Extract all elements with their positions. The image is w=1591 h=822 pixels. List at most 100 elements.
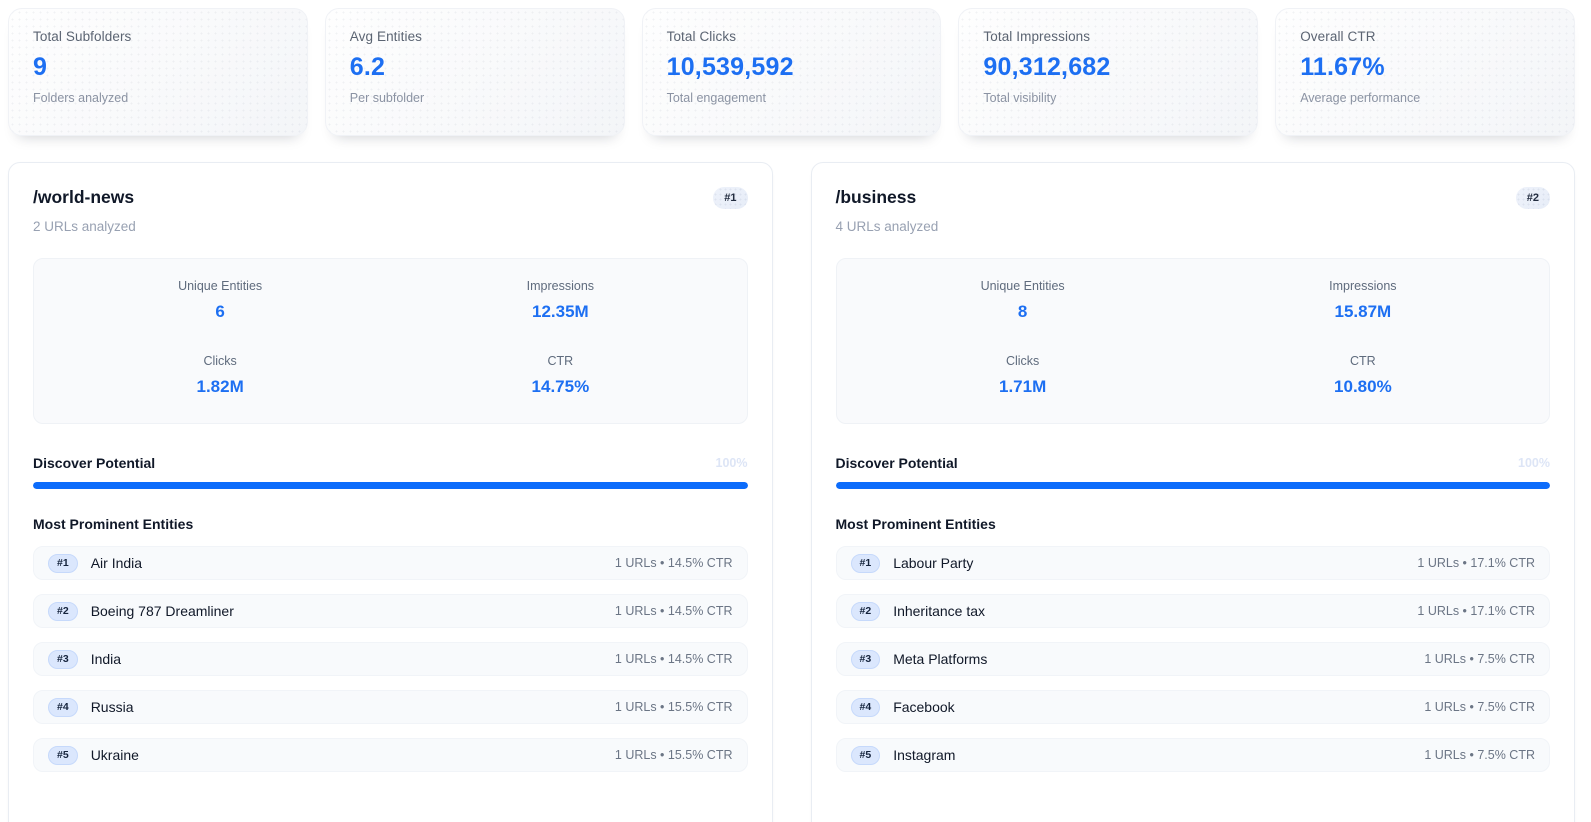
summary-card-total-impressions: Total Impressions 90,312,682 Total visib… bbox=[958, 8, 1258, 136]
summary-card-total-clicks: Total Clicks 10,539,592 Total engagement bbox=[642, 8, 942, 136]
stat-label: Clicks bbox=[50, 354, 390, 368]
progress-fill bbox=[33, 482, 748, 489]
folder-card-header: /world-news 2 URLs analyzed #1 bbox=[33, 187, 748, 234]
folder-urls-analyzed: 2 URLs analyzed bbox=[33, 219, 136, 234]
stat-value: 6 bbox=[50, 302, 390, 322]
entity-name: India bbox=[91, 651, 121, 667]
entity-name: Labour Party bbox=[893, 555, 973, 571]
stat-label: CTR bbox=[390, 354, 730, 368]
stat-label: CTR bbox=[1193, 354, 1533, 368]
entity-name: Air India bbox=[91, 555, 142, 571]
entity-rank-badge: #4 bbox=[851, 698, 881, 717]
entity-meta: 1 URLs • 14.5% CTR bbox=[615, 652, 733, 666]
entity-row[interactable]: #2 Boeing 787 Dreamliner 1 URLs • 14.5% … bbox=[33, 594, 748, 628]
stat-value: 12.35M bbox=[390, 302, 730, 322]
discover-potential-progressbar bbox=[836, 482, 1551, 489]
entity-meta: 1 URLs • 14.5% CTR bbox=[615, 604, 733, 618]
entity-name: Inheritance tax bbox=[893, 603, 985, 619]
stat-label: Overall CTR bbox=[1300, 29, 1550, 44]
entity-row[interactable]: #3 Meta Platforms 1 URLs • 7.5% CTR bbox=[836, 642, 1551, 676]
stat-sublabel: Folders analyzed bbox=[33, 91, 283, 105]
entity-name: Boeing 787 Dreamliner bbox=[91, 603, 234, 619]
entity-row[interactable]: #1 Labour Party 1 URLs • 17.1% CTR bbox=[836, 546, 1551, 580]
folder-rank-badge: #1 bbox=[713, 187, 747, 209]
stat-label: Impressions bbox=[390, 279, 730, 293]
stat-label: Clicks bbox=[853, 354, 1193, 368]
stat-label: Impressions bbox=[1193, 279, 1533, 293]
stat-label: Unique Entities bbox=[853, 279, 1193, 293]
stat-ctr: CTR 14.75% bbox=[390, 354, 730, 397]
entity-rank-badge: #3 bbox=[851, 650, 881, 669]
entity-row[interactable]: #2 Inheritance tax 1 URLs • 17.1% CTR bbox=[836, 594, 1551, 628]
folder-stats-box: Unique Entities 8 Impressions 15.87M Cli… bbox=[836, 258, 1551, 424]
discover-potential-section: Discover Potential 100% bbox=[836, 455, 1551, 489]
folder-urls-analyzed: 4 URLs analyzed bbox=[836, 219, 939, 234]
stat-value: 8 bbox=[853, 302, 1193, 322]
stat-label: Total Clicks bbox=[667, 29, 917, 44]
entity-meta: 1 URLs • 17.1% CTR bbox=[1417, 556, 1535, 570]
stat-sublabel: Average performance bbox=[1300, 91, 1550, 105]
entity-meta: 1 URLs • 7.5% CTR bbox=[1424, 748, 1535, 762]
entity-row[interactable]: #4 Russia 1 URLs • 15.5% CTR bbox=[33, 690, 748, 724]
summary-card-overall-ctr: Overall CTR 11.67% Average performance bbox=[1275, 8, 1575, 136]
entity-name: Instagram bbox=[893, 747, 955, 763]
discover-potential-section: Discover Potential 100% bbox=[33, 455, 748, 489]
entity-name: Ukraine bbox=[91, 747, 139, 763]
entity-rank-badge: #3 bbox=[48, 650, 78, 669]
entity-name: Meta Platforms bbox=[893, 651, 987, 667]
stat-value: 1.71M bbox=[853, 377, 1193, 397]
folder-card-header: /business 4 URLs analyzed #2 bbox=[836, 187, 1551, 234]
entity-rank-badge: #1 bbox=[851, 554, 881, 573]
stat-value: 11.67% bbox=[1300, 53, 1550, 82]
stat-ctr: CTR 10.80% bbox=[1193, 354, 1533, 397]
discover-potential-value: 100% bbox=[716, 456, 748, 470]
entity-rank-badge: #5 bbox=[851, 746, 881, 765]
stat-value: 10.80% bbox=[1193, 377, 1533, 397]
stat-value: 15.87M bbox=[1193, 302, 1533, 322]
stat-value: 14.75% bbox=[390, 377, 730, 397]
stat-sublabel: Total engagement bbox=[667, 91, 917, 105]
folder-title: /world-news bbox=[33, 187, 136, 208]
stat-value: 10,539,592 bbox=[667, 53, 917, 82]
entity-meta: 1 URLs • 15.5% CTR bbox=[615, 700, 733, 714]
stat-value: 9 bbox=[33, 53, 283, 82]
folder-cards-row: /world-news 2 URLs analyzed #1 Unique En… bbox=[8, 162, 1575, 822]
stat-sublabel: Per subfolder bbox=[350, 91, 600, 105]
stat-clicks: Clicks 1.82M bbox=[50, 354, 390, 397]
progress-fill bbox=[836, 482, 1551, 489]
stat-label: Avg Entities bbox=[350, 29, 600, 44]
stat-unique-entities: Unique Entities 8 bbox=[853, 279, 1193, 322]
entity-row[interactable]: #3 India 1 URLs • 14.5% CTR bbox=[33, 642, 748, 676]
folder-stats-box: Unique Entities 6 Impressions 12.35M Cli… bbox=[33, 258, 748, 424]
entity-rank-badge: #2 bbox=[851, 602, 881, 621]
folder-title: /business bbox=[836, 187, 939, 208]
entity-name: Russia bbox=[91, 699, 134, 715]
entity-name: Facebook bbox=[893, 699, 954, 715]
entity-meta: 1 URLs • 15.5% CTR bbox=[615, 748, 733, 762]
entity-meta: 1 URLs • 7.5% CTR bbox=[1424, 700, 1535, 714]
entity-row[interactable]: #1 Air India 1 URLs • 14.5% CTR bbox=[33, 546, 748, 580]
entities-heading: Most Prominent Entities bbox=[836, 516, 1551, 532]
folder-card-business: /business 4 URLs analyzed #2 Unique Enti… bbox=[811, 162, 1576, 822]
folder-rank-badge: #2 bbox=[1516, 187, 1550, 209]
entity-row[interactable]: #5 Instagram 1 URLs • 7.5% CTR bbox=[836, 738, 1551, 772]
discover-potential-progressbar bbox=[33, 482, 748, 489]
discover-potential-value: 100% bbox=[1518, 456, 1550, 470]
subfolder-analysis-page: Total Subfolders 9 Folders analyzed Avg … bbox=[0, 0, 1583, 822]
entity-rank-badge: #1 bbox=[48, 554, 78, 573]
stat-label: Total Impressions bbox=[983, 29, 1233, 44]
stat-impressions: Impressions 15.87M bbox=[1193, 279, 1533, 322]
discover-potential-label: Discover Potential bbox=[836, 455, 958, 471]
stat-sublabel: Total visibility bbox=[983, 91, 1233, 105]
entity-meta: 1 URLs • 14.5% CTR bbox=[615, 556, 733, 570]
entity-row[interactable]: #4 Facebook 1 URLs • 7.5% CTR bbox=[836, 690, 1551, 724]
folder-card-world-news: /world-news 2 URLs analyzed #1 Unique En… bbox=[8, 162, 773, 822]
entity-row[interactable]: #5 Ukraine 1 URLs • 15.5% CTR bbox=[33, 738, 748, 772]
entity-rank-badge: #2 bbox=[48, 602, 78, 621]
entity-meta: 1 URLs • 17.1% CTR bbox=[1417, 604, 1535, 618]
stat-value: 90,312,682 bbox=[983, 53, 1233, 82]
stat-clicks: Clicks 1.71M bbox=[853, 354, 1193, 397]
entity-rank-badge: #5 bbox=[48, 746, 78, 765]
stat-value: 6.2 bbox=[350, 53, 600, 82]
discover-potential-label: Discover Potential bbox=[33, 455, 155, 471]
